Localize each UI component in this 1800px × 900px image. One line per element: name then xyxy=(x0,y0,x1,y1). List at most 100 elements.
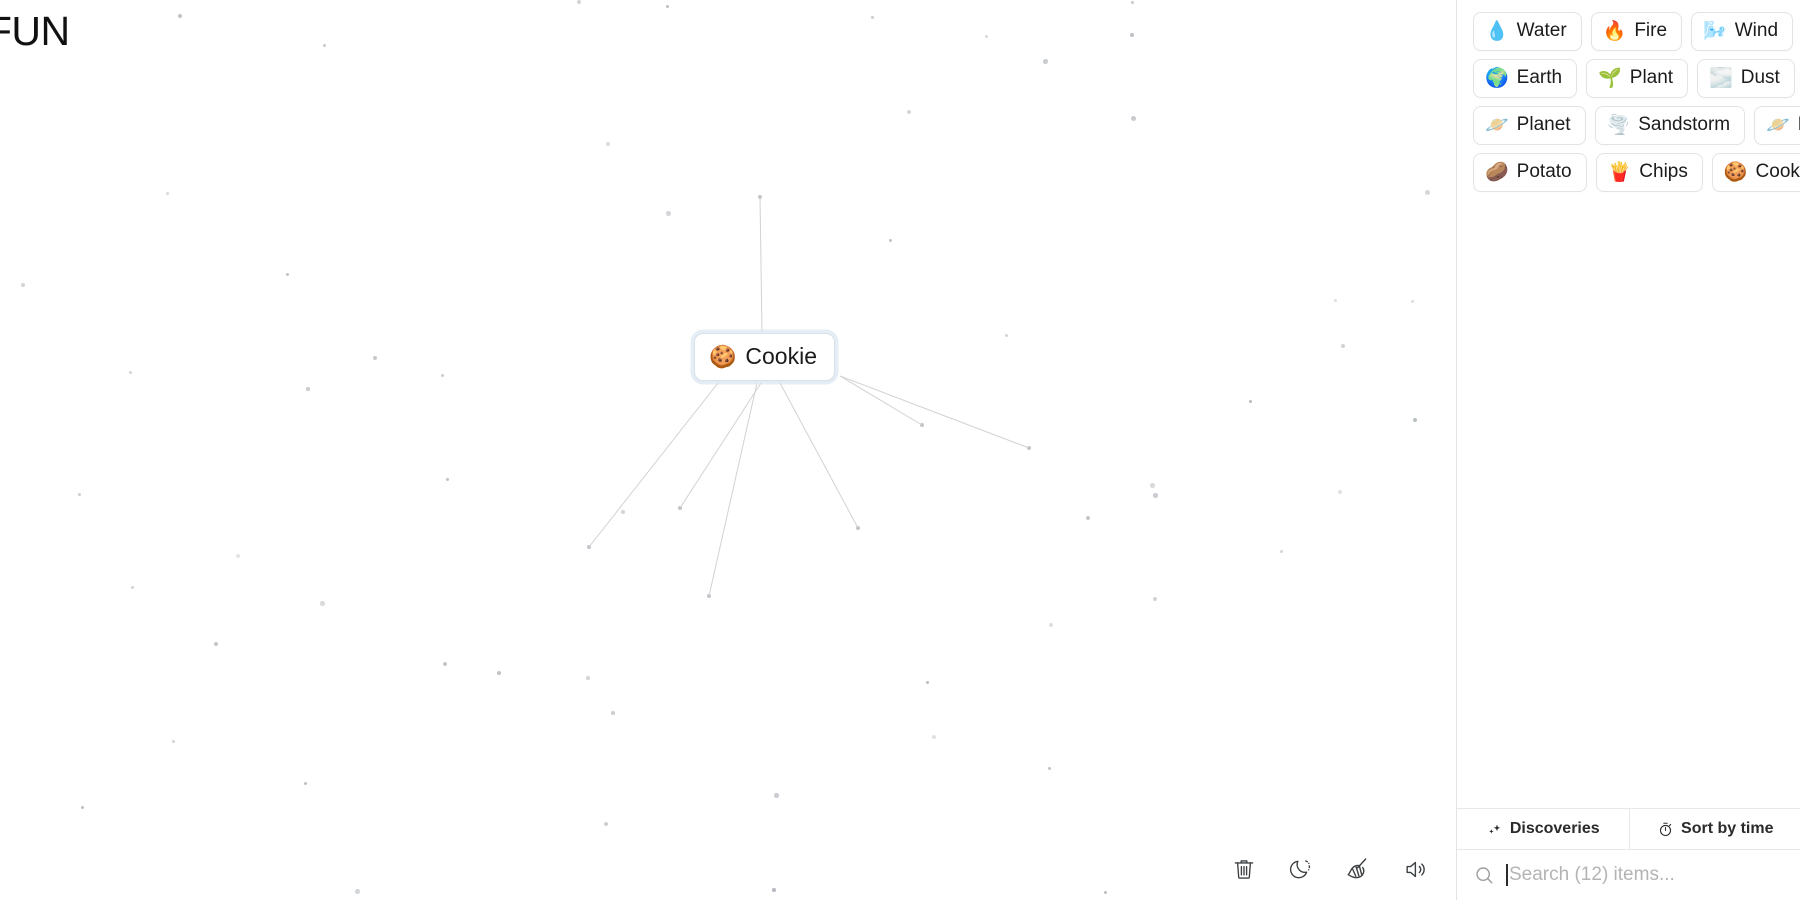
background-star xyxy=(1005,334,1009,338)
background-star xyxy=(1086,516,1090,520)
sparkles-icon xyxy=(1489,824,1501,834)
speaker-icon[interactable] xyxy=(1398,852,1432,886)
element-emoji-icon: 🍟 xyxy=(1607,161,1632,183)
background-star xyxy=(320,601,325,606)
background-star xyxy=(1048,767,1051,770)
background-star xyxy=(304,782,308,786)
crafting-canvas[interactable]: .FUN 🍪 Cookie xyxy=(0,0,1456,900)
background-star xyxy=(666,211,671,216)
element-pill[interactable]: 🍟 Chips xyxy=(1595,153,1703,192)
connection-endpoint-star xyxy=(678,506,682,510)
background-star xyxy=(178,14,183,19)
element-pill[interactable]: 🌪️ Sandstorm xyxy=(1594,106,1746,145)
background-star xyxy=(621,510,625,514)
canvas-toolbar xyxy=(1227,852,1432,886)
background-star xyxy=(1413,418,1418,423)
background-star xyxy=(355,889,360,894)
element-pill[interactable]: 🌱 Plant xyxy=(1586,59,1689,98)
starfield-background xyxy=(0,0,1456,900)
background-star xyxy=(441,374,444,377)
element-pill[interactable]: 🪐Mars xyxy=(1754,106,1800,145)
broom-icon[interactable] xyxy=(1341,852,1375,886)
background-star xyxy=(1104,891,1108,895)
trash-icon[interactable] xyxy=(1227,852,1261,886)
element-pill[interactable]: 🌫️ Dust xyxy=(1697,59,1795,98)
element-pill[interactable]: 🍪 Cookie xyxy=(1711,153,1800,192)
element-label: Wind xyxy=(1734,20,1779,41)
background-star xyxy=(286,273,290,277)
background-star xyxy=(497,671,502,676)
element-pill[interactable]: 🥔 Potato xyxy=(1473,153,1587,192)
search-input[interactable] xyxy=(1506,864,1785,886)
element-label: Dust xyxy=(1740,67,1780,88)
element-pill[interactable]: 💧 Water xyxy=(1473,12,1582,51)
background-star xyxy=(81,806,84,809)
connection-endpoint-star xyxy=(856,526,860,530)
background-star xyxy=(932,735,936,739)
background-star xyxy=(373,356,377,360)
element-emoji-icon: 🌫️ xyxy=(1709,67,1733,89)
tab-sort-by-time[interactable]: Sort by time xyxy=(1629,809,1800,849)
elements-list-scroll[interactable]: 💧 Water 🔥 Fire 🌬️ Wind 🌍 Earth 🌱 Plant 🌫️ Dust 🪐 Plan… xyxy=(1457,0,1800,800)
background-star xyxy=(1334,299,1337,302)
tab-discoveries[interactable]: Discoveries xyxy=(1457,809,1630,849)
background-star xyxy=(1131,116,1136,121)
background-star xyxy=(586,676,591,681)
connection-endpoint-star xyxy=(707,594,711,598)
background-star xyxy=(604,822,608,826)
background-star xyxy=(1130,33,1135,38)
element-pill[interactable]: 🌬️ Wind xyxy=(1691,12,1794,51)
element-label: Sandstorm xyxy=(1638,114,1731,135)
element-label: Fire xyxy=(1634,20,1668,41)
element-pill[interactable]: 🌍 Earth xyxy=(1473,59,1578,98)
timer-icon xyxy=(1659,822,1672,836)
background-star xyxy=(1249,400,1252,403)
sidebar-footer: Discoveries Sort by time xyxy=(1457,808,1800,900)
elements-list: 💧 Water 🔥 Fire 🌬️ Wind 🌍 Earth 🌱 Plant 🌫️ Dust 🪐 Plan… xyxy=(1473,12,1800,192)
element-pill[interactable]: 🪐 Planet xyxy=(1473,106,1586,145)
background-star xyxy=(1153,493,1158,498)
background-star xyxy=(666,5,670,9)
background-star xyxy=(1049,623,1054,628)
node-emoji-icon: 🍪 xyxy=(709,343,737,369)
background-star xyxy=(1425,190,1430,195)
connection-endpoint-star xyxy=(758,195,762,199)
background-star xyxy=(78,493,82,497)
element-label: Potato xyxy=(1516,161,1572,182)
neal-fun-wordmark[interactable]: .FUN xyxy=(0,8,70,55)
element-emoji-icon: 🪐 xyxy=(1485,114,1509,136)
background-star xyxy=(172,740,175,743)
background-star xyxy=(443,662,447,666)
node-label: Cookie xyxy=(745,343,818,369)
background-star xyxy=(1338,490,1343,495)
element-label: Planet xyxy=(1516,114,1571,135)
element-emoji-icon: 🪐 xyxy=(1766,114,1790,136)
background-star xyxy=(166,192,169,195)
sidebar-tabs: Discoveries Sort by time xyxy=(1457,808,1800,850)
background-star xyxy=(985,35,988,38)
elements-sidebar: Infinite Craft 💧Water🔥Fire🌬️Wind🌍Earth🌱P… xyxy=(1456,0,1800,900)
background-star xyxy=(907,110,912,115)
element-emoji-icon: 🌱 xyxy=(1598,67,1622,89)
tab-discoveries-label: Discoveries xyxy=(1509,820,1600,837)
background-star xyxy=(1131,1,1134,4)
background-star xyxy=(446,478,450,482)
moon-icon[interactable] xyxy=(1284,852,1318,886)
search-row[interactable] xyxy=(1457,850,1800,900)
element-label: Cookie xyxy=(1755,161,1800,182)
element-label: Chips xyxy=(1639,161,1688,182)
background-star xyxy=(214,642,218,646)
background-star xyxy=(926,681,930,685)
background-star xyxy=(1153,597,1158,602)
background-star xyxy=(131,586,134,589)
background-star xyxy=(1280,550,1284,554)
background-star xyxy=(774,793,779,798)
element-label: Plant xyxy=(1629,67,1674,88)
element-emoji-icon: 🌍 xyxy=(1485,67,1509,89)
connection-endpoint-star xyxy=(920,423,924,427)
element-emoji-icon: 🍪 xyxy=(1723,161,1748,183)
canvas-element-node[interactable]: 🍪 Cookie xyxy=(694,333,836,381)
element-pill[interactable]: 🔥 Fire xyxy=(1590,12,1683,51)
element-label: Water xyxy=(1516,20,1567,41)
background-star xyxy=(889,239,893,243)
